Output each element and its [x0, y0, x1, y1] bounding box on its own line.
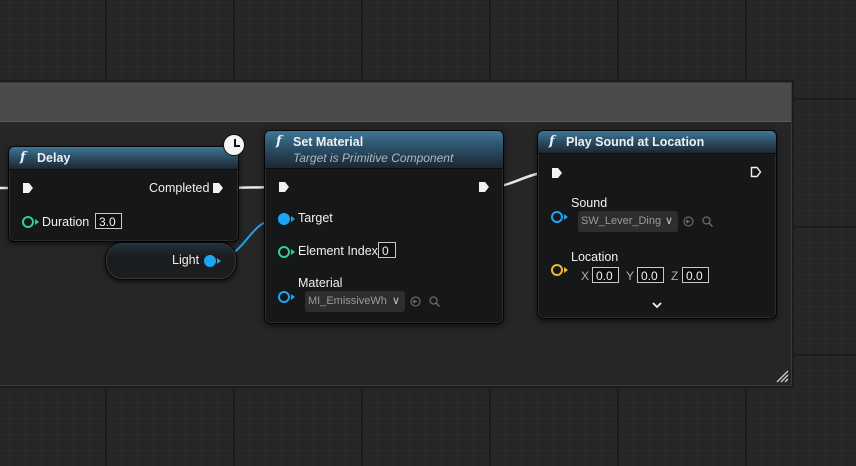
material-value: MI_EmissiveWh	[308, 295, 387, 307]
browse-search-icon[interactable]	[702, 216, 713, 227]
comment-header[interactable]	[0, 83, 791, 122]
location-label: Location	[571, 250, 619, 264]
set-material-node-header[interactable]: f Set Material Target is Primitive Compo…	[265, 131, 503, 169]
location-pin-arrow	[564, 267, 568, 273]
sound-pin-arrow	[564, 214, 568, 220]
location-pin[interactable]	[551, 264, 563, 276]
delay-node-header[interactable]: f Delay	[9, 147, 238, 170]
exec-output-pin[interactable]	[750, 166, 762, 178]
element-index-pin-arrow	[291, 249, 295, 255]
duration-pin-arrow	[35, 219, 39, 225]
play-sound-node-header[interactable]: f Play Sound at Location	[538, 131, 776, 154]
sound-dropdown[interactable]: SW_Lever_Ding ∨	[578, 211, 678, 232]
chevron-down-icon: ∨	[664, 215, 673, 227]
node-title: Set Material	[293, 135, 364, 149]
x-axis-label: X	[581, 269, 590, 283]
location-y-field[interactable]: 0.0	[637, 267, 664, 283]
location-x-field[interactable]: 0.0	[592, 267, 619, 283]
location-z-field[interactable]: 0.0	[682, 267, 709, 283]
set-material-node[interactable]: f Set Material Target is Primitive Compo…	[264, 130, 504, 324]
node-title: Delay	[37, 151, 71, 165]
resize-grip-icon[interactable]	[775, 369, 789, 383]
function-icon: f	[276, 134, 282, 149]
y-axis-label: Y	[626, 269, 635, 283]
material-label: Material	[298, 276, 343, 290]
sound-label: Sound	[571, 196, 608, 210]
light-variable-node[interactable]: Light	[105, 242, 237, 280]
completed-label: Completed	[149, 181, 210, 195]
use-selected-icon[interactable]	[410, 296, 421, 307]
light-output-pin[interactable]	[204, 255, 216, 267]
duration-pin[interactable]	[22, 216, 34, 228]
element-index-pin[interactable]	[278, 246, 290, 258]
browse-search-icon[interactable]	[429, 296, 440, 307]
exec-output-pin[interactable]	[478, 181, 490, 193]
duration-field[interactable]: 3.0	[95, 213, 122, 229]
function-icon: f	[20, 150, 26, 165]
target-label: Target	[298, 211, 333, 225]
completed-exec-pin[interactable]	[212, 182, 224, 194]
node-subtitle: Target is Primitive Component	[293, 151, 454, 165]
element-index-field[interactable]: 0	[378, 242, 396, 258]
target-pin[interactable]	[278, 213, 290, 225]
play-sound-node[interactable]: f Play Sound at Location Sound SW_Lever_…	[537, 130, 777, 319]
chevron-down-icon[interactable]	[651, 301, 663, 309]
node-title: Play Sound at Location	[566, 135, 705, 149]
duration-label: Duration	[42, 215, 90, 229]
delay-node[interactable]: f Delay Completed Duration 3.0	[8, 146, 239, 242]
exec-input-pin[interactable]	[278, 181, 290, 193]
clock-icon	[223, 134, 245, 156]
material-pin-arrow	[291, 294, 295, 300]
material-dropdown[interactable]: MI_EmissiveWh ∨	[305, 291, 405, 312]
use-selected-icon[interactable]	[683, 216, 694, 227]
light-label: Light	[172, 253, 200, 267]
light-pin-arrow	[217, 258, 221, 264]
z-axis-label: Z	[671, 269, 679, 283]
function-icon: f	[549, 134, 555, 149]
sound-pin[interactable]	[551, 211, 563, 223]
sound-value: SW_Lever_Ding	[581, 215, 662, 227]
exec-input-pin[interactable]	[551, 167, 563, 179]
target-pin-arrow	[291, 216, 295, 222]
material-pin[interactable]	[278, 291, 290, 303]
element-index-label: Element Index	[298, 244, 378, 258]
chevron-down-icon: ∨	[391, 295, 400, 307]
exec-input-pin[interactable]	[22, 182, 34, 194]
